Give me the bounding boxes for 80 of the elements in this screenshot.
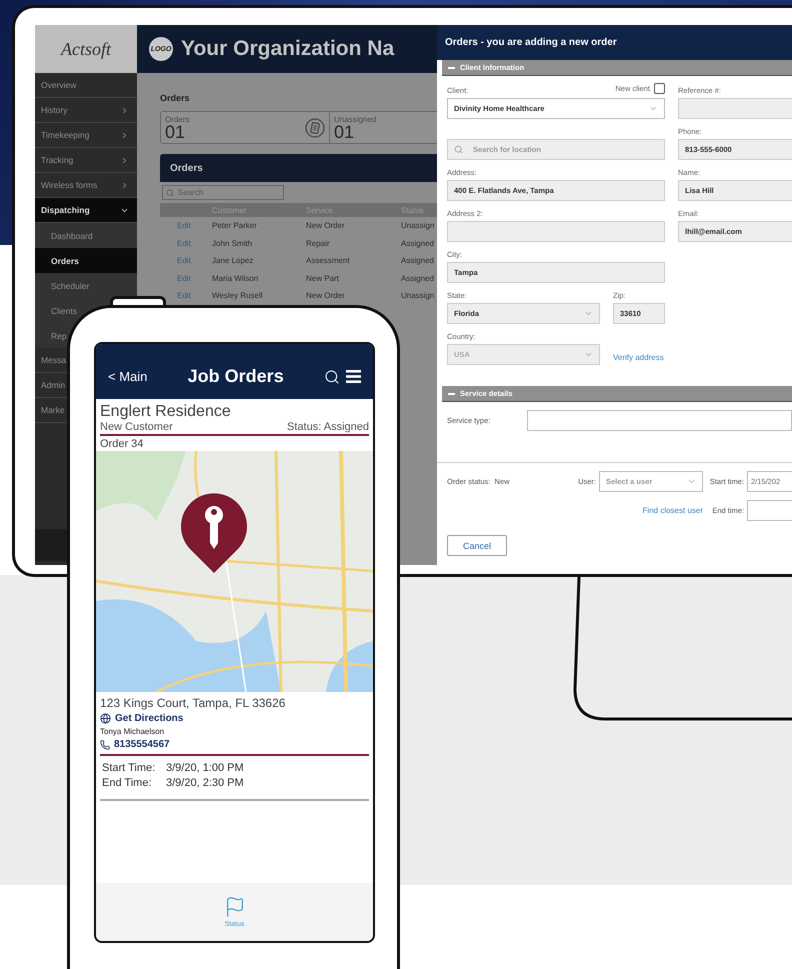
- chevron-down-icon: [649, 104, 658, 113]
- stat-value: 01: [334, 124, 354, 140]
- sidebar-item[interactable]: Tracking: [41, 155, 74, 165]
- panel-header: Orders: [160, 154, 437, 182]
- table-cell-text: Jane Lopez: [212, 256, 254, 266]
- edit-link[interactable]: Edit: [177, 221, 212, 230]
- table-cell-text: New Order: [306, 291, 346, 300]
- table-cell-text: Peter Parker: [212, 221, 258, 230]
- customer-type: New Customer: [100, 421, 173, 433]
- input-field[interactable]: [527, 410, 792, 431]
- table-cell-text: Assessment: [306, 256, 351, 266]
- sidebar-item[interactable]: Messa: [41, 355, 66, 365]
- search-icon: [454, 145, 463, 154]
- table-cell-text: Assigned: [401, 256, 435, 266]
- table-cell-text: Assigned: [401, 238, 435, 248]
- sidebar-item[interactable]: Clients: [51, 306, 77, 316]
- input-field[interactable]: [678, 98, 792, 119]
- stat-value: 01: [165, 124, 186, 140]
- edit-link[interactable]: Edit: [177, 238, 212, 248]
- stat-label: Orders: [165, 115, 190, 124]
- chevron-down-icon: [584, 350, 593, 359]
- time-label: Start Time:: [102, 762, 156, 774]
- organization-name: Your Organization Na: [181, 37, 394, 61]
- back-link[interactable]: < Main: [108, 369, 148, 384]
- search-icon[interactable]: [324, 368, 340, 384]
- edit-link[interactable]: Edit: [177, 291, 212, 300]
- chevron-down-icon: [687, 477, 696, 486]
- sidebar-item[interactable]: Timekeeping: [41, 130, 90, 140]
- chevron-right-icon: [120, 106, 129, 114]
- verify-address-link[interactable]: Verify address: [613, 353, 664, 368]
- job-status: Status: Assigned: [287, 421, 369, 433]
- sidebar-item[interactable]: Orders: [51, 256, 79, 266]
- sidebar-item[interactable]: Dashboard: [51, 230, 93, 240]
- time-value: 3/9/20, 1:00 PM: [166, 762, 245, 774]
- page-title: Orders: [160, 93, 191, 103]
- table-cell-text: New Part: [306, 274, 340, 283]
- screen-title: Job Orders: [188, 366, 284, 387]
- sidebar-item[interactable]: Dispatching: [41, 205, 90, 215]
- chevron-right-icon: [120, 180, 129, 190]
- table-cell-text: John Smith: [212, 238, 254, 248]
- input-field[interactable]: [447, 221, 665, 242]
- edit-link[interactable]: Edit: [177, 274, 212, 283]
- phone-link[interactable]: 8135554567: [114, 739, 170, 750]
- table-cell-text: Assigned: [401, 274, 435, 283]
- brand-logo: Actsoft: [35, 25, 137, 73]
- checkbox[interactable]: [654, 83, 665, 94]
- search-icon: [166, 188, 174, 196]
- chevron-right-icon: [120, 130, 129, 140]
- job-name: Englert Residence: [100, 403, 232, 421]
- table-cell-text: New Order: [306, 221, 346, 230]
- table-cell-text: Unassign: [401, 221, 436, 230]
- order-number: Order 34: [100, 437, 144, 451]
- document-icon: [305, 118, 325, 138]
- sidebar-item[interactable]: Wireless forms: [41, 180, 98, 190]
- chevron-right-icon: [120, 156, 129, 164]
- sidebar-item[interactable]: History: [41, 105, 68, 115]
- edit-link[interactable]: Edit: [177, 256, 212, 266]
- chevron-down-icon: [584, 309, 593, 318]
- table-cell-text: Maria Wilson: [212, 274, 260, 283]
- stat-label: Unassigned: [334, 115, 376, 124]
- sidebar-item[interactable]: Marke: [41, 405, 65, 415]
- time-label: End Time:: [102, 777, 153, 789]
- sidebar-item[interactable]: Overview: [41, 80, 76, 90]
- globe-icon: [100, 713, 111, 724]
- sidebar-item[interactable]: Admin: [41, 380, 66, 390]
- menu-icon[interactable]: [346, 370, 361, 383]
- dialog-title: Orders - you are adding a new order: [437, 25, 792, 60]
- sidebar-item[interactable]: Rep: [51, 330, 67, 340]
- table-cell-text: Repair: [306, 238, 331, 248]
- map-pin-icon: [180, 491, 248, 573]
- time-value: 3/9/20, 2:30 PM: [166, 777, 245, 789]
- directions-link[interactable]: Get Directions: [115, 713, 184, 724]
- table-cell-text: Wesley Rusell: [212, 291, 264, 300]
- sidebar-item[interactable]: Scheduler: [51, 280, 90, 290]
- job-address: 123 Kings Court, Tampa, FL 33626: [100, 696, 286, 710]
- contact-name: Tonya Michaelson: [100, 727, 166, 736]
- cancel-button[interactable]: Cancel: [447, 535, 507, 556]
- find-user-link[interactable]: Find closest user: [447, 506, 703, 515]
- table-cell-text: Unassign: [401, 291, 436, 300]
- phone-icon: [100, 740, 110, 750]
